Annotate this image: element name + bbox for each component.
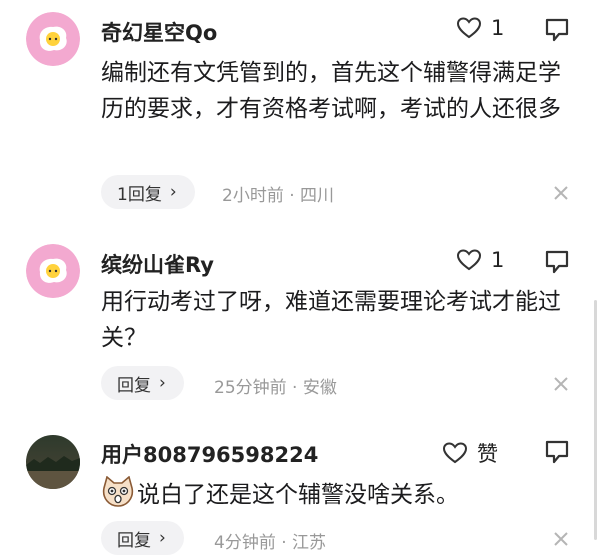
username[interactable]: 用户808796598224 xyxy=(101,439,318,469)
like-label: 赞 xyxy=(477,442,498,466)
comment-text-content: 说白了还是这个辅警没啥关系。 xyxy=(137,482,459,508)
reply-button[interactable]: 回复 › xyxy=(101,521,184,555)
heart-icon xyxy=(442,442,468,464)
user-avatar[interactable] xyxy=(26,435,80,489)
chevron-right-icon: › xyxy=(159,528,166,548)
surprised-cat-emoji-icon xyxy=(101,475,135,519)
comment-meta: 4分钟前 · 江苏 xyxy=(214,528,326,553)
scrollbar[interactable] xyxy=(594,300,597,540)
comment-text: 说白了还是这个辅警没啥关系。 xyxy=(101,475,571,519)
separator: · xyxy=(281,533,287,553)
close-icon[interactable] xyxy=(551,529,571,549)
comment-location: 江苏 xyxy=(292,533,327,553)
like-button[interactable]: 赞 xyxy=(442,438,498,468)
comment-time: 4分钟前 xyxy=(214,533,276,553)
share-icon[interactable] xyxy=(543,438,571,470)
reply-label: 回复 xyxy=(117,530,151,551)
comment-item: 用户808796598224 赞 说白了还是这个辅警没啥关系。 回复 › 4分钟… xyxy=(0,0,600,558)
photo-avatar-icon xyxy=(26,435,80,489)
